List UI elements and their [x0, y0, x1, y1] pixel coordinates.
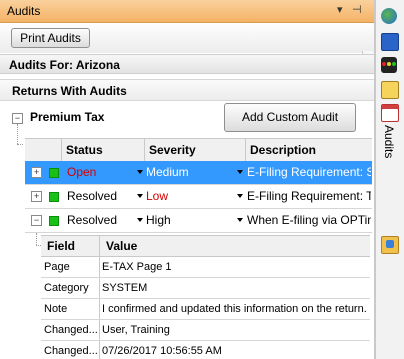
status-value[interactable]: Resolved: [67, 185, 117, 208]
calendar-icon[interactable]: [381, 104, 399, 122]
group-premium-tax: Premium Tax: [30, 110, 105, 124]
detail-value[interactable]: 07/26/2017 10:56:55 AM: [100, 341, 370, 359]
detail-row[interactable]: Category SYSTEM: [41, 278, 370, 299]
detail-value[interactable]: User, Training: [100, 320, 370, 340]
expand-icon[interactable]: +: [31, 191, 42, 202]
toolbar: Print Audits: [0, 23, 374, 73]
globe-icon[interactable]: [381, 8, 397, 24]
description-value[interactable]: E-Filing Requirement: T...: [247, 185, 371, 208]
audits-for-label: Audits For: Arizona: [0, 54, 374, 74]
column-severity[interactable]: Severity: [145, 139, 246, 161]
severity-value[interactable]: High: [146, 209, 171, 232]
detail-value[interactable]: E-TAX Page 1: [100, 257, 370, 277]
description-value[interactable]: E-Filing Requirement: S...: [247, 161, 371, 184]
detail-row[interactable]: Changed... User, Training: [41, 320, 370, 341]
detail-field: Changed...: [41, 320, 100, 340]
tab-audits[interactable]: Audits: [382, 125, 396, 158]
audit-grid-header: Status Severity Description: [25, 138, 372, 162]
audit-row[interactable]: − Resolved High When E-filing via OPTin.…: [25, 209, 372, 233]
status-indicator: [49, 192, 59, 202]
column-field[interactable]: Field: [47, 236, 100, 256]
returns-with-audits-header: Returns With Audits: [0, 79, 374, 101]
status-dropdown-icon[interactable]: [137, 218, 143, 222]
book-icon[interactable]: [381, 33, 399, 51]
audits-panel: Audits ▾ ⊣ Print Audits Audits For: Ariz…: [0, 0, 375, 359]
column-value[interactable]: Value: [106, 236, 137, 256]
detail-field: Page: [41, 257, 100, 277]
severity-dropdown-icon[interactable]: [237, 218, 243, 222]
status-value[interactable]: Resolved: [67, 209, 117, 232]
severity-dropdown-icon[interactable]: [237, 170, 243, 174]
detail-field: Category: [41, 278, 100, 298]
expand-icon[interactable]: +: [31, 167, 42, 178]
severity-value[interactable]: Low: [146, 185, 168, 208]
severity-dropdown-icon[interactable]: [237, 194, 243, 198]
tree-line: [36, 233, 37, 245]
column-description[interactable]: Description: [246, 139, 372, 161]
dropdown-icon[interactable]: ▾: [337, 3, 343, 16]
grid-corner: [25, 139, 62, 161]
status-value[interactable]: Open: [67, 161, 96, 184]
pin-icon[interactable]: ⊣: [352, 3, 362, 16]
note-icon[interactable]: [381, 81, 399, 99]
description-value[interactable]: When E-filing via OPTin...: [247, 209, 371, 232]
detail-grid-header: Field Value: [41, 235, 370, 257]
status-dropdown-icon[interactable]: [137, 170, 143, 174]
status-indicator: [49, 216, 59, 226]
folder-icon[interactable]: [381, 236, 399, 254]
detail-value[interactable]: I confirmed and updated this information…: [100, 299, 370, 319]
window-titlebar: Audits ▾ ⊣: [0, 0, 374, 23]
tree-line: [17, 144, 23, 145]
audit-tree: Returns With Audits − Premium Tax Add Cu…: [0, 75, 374, 359]
detail-row[interactable]: Page E-TAX Page 1: [41, 257, 370, 278]
right-sidebar: Audits: [375, 0, 404, 359]
add-custom-audit-button[interactable]: Add Custom Audit: [224, 103, 356, 132]
detail-value[interactable]: SYSTEM: [100, 278, 370, 298]
collapse-icon[interactable]: −: [12, 113, 23, 124]
traffic-light-icon[interactable]: [381, 57, 397, 73]
detail-field: Note: [41, 299, 100, 319]
audit-row[interactable]: + Open Medium E-Filing Requirement: S...: [25, 161, 372, 185]
print-audits-button[interactable]: Print Audits: [11, 28, 90, 48]
column-status[interactable]: Status: [62, 139, 145, 161]
detail-row[interactable]: Note I confirmed and updated this inform…: [41, 299, 370, 320]
detail-field: Changed...: [41, 341, 100, 359]
collapse-icon[interactable]: −: [31, 215, 42, 226]
tree-line: [17, 124, 18, 144]
detail-row[interactable]: Changed... 07/26/2017 10:56:55 AM: [41, 341, 370, 359]
window-title: Audits: [7, 4, 41, 18]
severity-value[interactable]: Medium: [146, 161, 189, 184]
status-indicator: [49, 168, 59, 178]
status-dropdown-icon[interactable]: [137, 194, 143, 198]
audit-row[interactable]: + Resolved Low E-Filing Requirement: T..…: [25, 185, 372, 209]
